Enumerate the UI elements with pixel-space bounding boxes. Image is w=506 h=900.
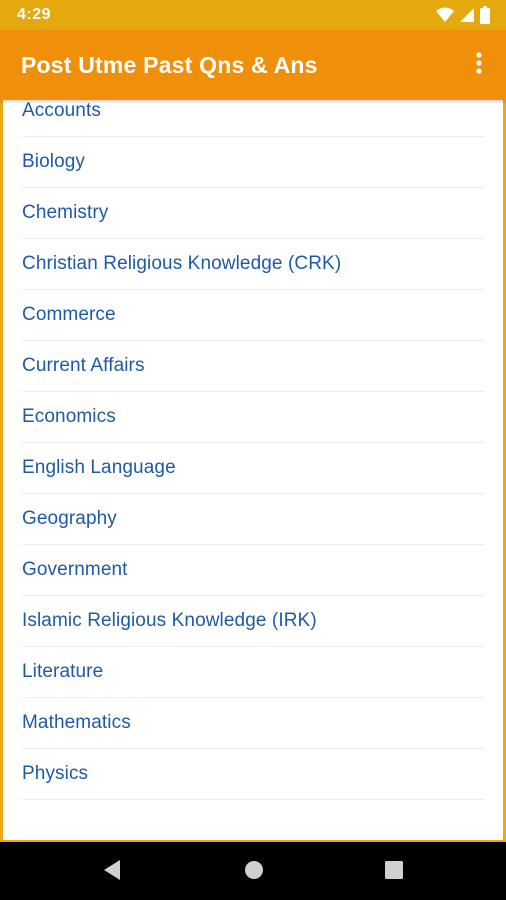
status-time: 4:29 (17, 6, 52, 23)
subject-item-chemistry[interactable]: Chemistry (22, 188, 484, 239)
subject-label: Current Affairs (22, 355, 145, 376)
subject-item-economics[interactable]: Economics (22, 392, 484, 443)
nav-recents-button[interactable] (382, 860, 406, 884)
subject-item-crk[interactable]: Christian Religious Knowledge (CRK) (22, 239, 484, 290)
subject-label: Geography (22, 508, 117, 529)
subject-item-blank[interactable] (22, 800, 484, 840)
subject-item-accounts[interactable]: Accounts (22, 100, 484, 137)
screen: 4:29 Post Utme Past Qns & Ans Accounts B… (0, 0, 506, 900)
battery-icon (480, 6, 490, 29)
subject-item-physics[interactable]: Physics (22, 749, 484, 800)
nav-home-button[interactable] (242, 860, 266, 884)
app-bar: Post Utme Past Qns & Ans (0, 30, 506, 100)
subject-label: Christian Religious Knowledge (CRK) (22, 253, 342, 274)
subject-label: English Language (22, 457, 176, 478)
subject-item-commerce[interactable]: Commerce (22, 290, 484, 341)
subject-item-government[interactable]: Government (22, 545, 484, 596)
subject-item-geography[interactable]: Geography (22, 494, 484, 545)
subject-label: Accounts (22, 100, 101, 121)
recents-icon (385, 860, 403, 884)
subject-label: Chemistry (22, 202, 109, 223)
subject-item-english-language[interactable]: English Language (22, 443, 484, 494)
back-icon (102, 859, 122, 886)
subject-label: Islamic Religious Knowledge (IRK) (22, 610, 317, 631)
subject-list: Accounts Biology Chemistry Christian Rel… (3, 100, 503, 840)
status-bar: 4:29 (0, 0, 506, 30)
subject-label: Economics (22, 406, 116, 427)
app-title: Post Utme Past Qns & Ans (21, 52, 318, 78)
home-icon (244, 860, 264, 885)
subject-item-literature[interactable]: Literature (22, 647, 484, 698)
subject-label: Literature (22, 661, 104, 682)
navigation-bar (0, 842, 506, 900)
subject-label: Commerce (22, 304, 116, 325)
subject-item-irk[interactable]: Islamic Religious Knowledge (IRK) (22, 596, 484, 647)
subject-item-current-affairs[interactable]: Current Affairs (22, 341, 484, 392)
subject-label: Government (22, 559, 128, 580)
wifi-icon (436, 7, 454, 28)
subject-item-mathematics[interactable]: Mathematics (22, 698, 484, 749)
subject-label: Biology (22, 151, 86, 172)
subject-label: Physics (22, 763, 89, 784)
signal-icon (460, 7, 474, 28)
subject-label: Mathematics (22, 712, 131, 733)
overflow-menu-button[interactable] (464, 50, 494, 80)
subject-list-container[interactable]: Accounts Biology Chemistry Christian Rel… (3, 100, 503, 840)
status-icons (436, 6, 490, 29)
more-vert-icon (476, 51, 482, 79)
nav-back-button[interactable] (100, 859, 124, 886)
subject-item-biology[interactable]: Biology (22, 137, 484, 188)
